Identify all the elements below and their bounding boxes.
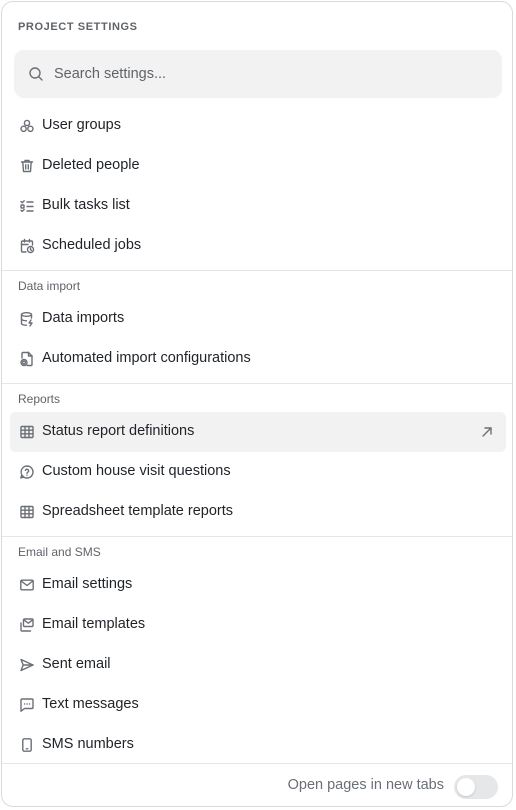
section-divider bbox=[2, 536, 512, 537]
user-groups-icon bbox=[19, 118, 35, 134]
menu-item-sms-numbers[interactable]: SMS numbers bbox=[10, 725, 506, 765]
calendar-clock-icon bbox=[19, 238, 35, 254]
smartphone-icon bbox=[19, 737, 35, 753]
menu-item-label: Text messages bbox=[42, 696, 139, 712]
section-divider bbox=[2, 270, 512, 271]
mail-icon bbox=[19, 577, 35, 593]
section-title-reports: Reports bbox=[18, 392, 61, 406]
section-divider bbox=[2, 383, 512, 384]
menu-item-email-settings[interactable]: Email settings bbox=[10, 565, 506, 605]
search-box[interactable] bbox=[14, 50, 502, 98]
section-title-email-sms: Email and SMS bbox=[18, 545, 101, 559]
trash-icon bbox=[19, 158, 35, 174]
menu-item-label: User groups bbox=[42, 117, 121, 133]
search-input[interactable] bbox=[54, 50, 484, 98]
menu-item-label: Email settings bbox=[42, 576, 133, 592]
menu-item-scheduled-jobs[interactable]: Scheduled jobs bbox=[10, 226, 506, 266]
menu-item-label: SMS numbers bbox=[42, 736, 134, 752]
menu-item-label: Bulk tasks list bbox=[42, 197, 130, 213]
database-icon bbox=[19, 311, 35, 327]
menu-item-sent-email[interactable]: Sent email bbox=[10, 645, 506, 685]
arrow-up-right-icon[interactable] bbox=[480, 425, 494, 439]
checklist-icon bbox=[19, 198, 35, 214]
menu-item-label: Email templates bbox=[42, 616, 146, 632]
menu-item-label: Custom house visit questions bbox=[42, 463, 231, 479]
menu-item-label: Data imports bbox=[42, 310, 125, 326]
table-icon bbox=[19, 504, 35, 520]
menu-item-label: Status report definitions bbox=[42, 423, 195, 439]
menu-item-email-templates[interactable]: Email templates bbox=[10, 605, 506, 645]
menu-item-user-groups[interactable]: User groups bbox=[10, 106, 506, 146]
search-icon bbox=[28, 66, 44, 82]
panel-title: PROJECT SETTINGS bbox=[18, 21, 138, 33]
file-gear-icon bbox=[19, 351, 35, 367]
menu-item-label: Automated import configurations bbox=[42, 350, 251, 366]
menu-item-text-messages[interactable]: Text messages bbox=[10, 685, 506, 725]
menu-item-spreadsheet-template-reports[interactable]: Spreadsheet template reports bbox=[10, 492, 506, 532]
table-icon bbox=[19, 424, 35, 440]
menu-item-custom-house-visit-questions[interactable]: Custom house visit questions bbox=[10, 452, 506, 492]
settings-panel: PROJECT SETTINGS User groups Deleted peo… bbox=[1, 1, 513, 807]
menu-item-automated-import-configurations[interactable]: Automated import configurations bbox=[10, 339, 506, 379]
message-square-icon bbox=[19, 697, 35, 713]
open-new-tabs-toggle[interactable] bbox=[454, 775, 498, 799]
section-title-data-import: Data import bbox=[18, 279, 81, 293]
footer-divider bbox=[2, 763, 512, 764]
menu-item-status-report-definitions[interactable]: Status report definitions bbox=[10, 412, 506, 452]
mail-stack-icon bbox=[19, 617, 35, 633]
help-circle-icon bbox=[19, 464, 35, 480]
menu-item-data-imports[interactable]: Data imports bbox=[10, 299, 506, 339]
menu-item-label: Sent email bbox=[42, 656, 111, 672]
menu-item-label: Scheduled jobs bbox=[42, 237, 142, 253]
menu-item-deleted-people[interactable]: Deleted people bbox=[10, 146, 506, 186]
menu-item-bulk-tasks-list[interactable]: Bulk tasks list bbox=[10, 186, 506, 226]
menu-item-label: Deleted people bbox=[42, 157, 140, 173]
toggle-knob bbox=[457, 778, 475, 796]
menu-item-label: Spreadsheet template reports bbox=[42, 503, 234, 519]
open-new-tabs-label: Open pages in new tabs bbox=[287, 777, 444, 793]
send-icon bbox=[19, 657, 35, 673]
